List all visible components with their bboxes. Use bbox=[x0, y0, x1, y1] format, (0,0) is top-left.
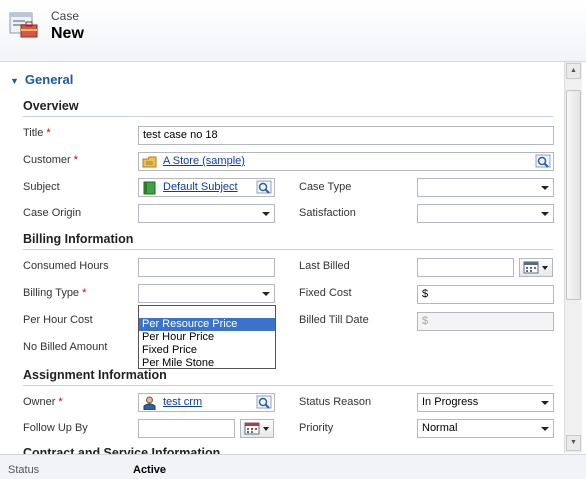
last-billed-field[interactable] bbox=[417, 258, 514, 277]
section-divider bbox=[23, 116, 553, 117]
status-reason-label: Status Reason bbox=[299, 396, 372, 408]
case-origin-select[interactable] bbox=[138, 204, 275, 223]
option-per-hour-price[interactable]: Per Hour Price bbox=[139, 331, 275, 344]
page-title: New bbox=[51, 25, 84, 42]
customer-label: Customer * bbox=[23, 154, 78, 166]
section-divider bbox=[23, 249, 553, 250]
scroll-down-icon[interactable]: ▼ bbox=[566, 435, 581, 451]
chevron-down-icon bbox=[262, 292, 270, 296]
priority-label: Priority bbox=[299, 422, 334, 434]
case-type-label: Case Type bbox=[299, 181, 352, 193]
chevron-down-icon bbox=[541, 401, 549, 405]
scroll-up-icon[interactable]: ▲ bbox=[566, 63, 581, 79]
subject-value[interactable]: Default Subject bbox=[163, 181, 238, 193]
account-icon bbox=[142, 156, 157, 168]
option-per-mile-stone[interactable]: Per Mile Stone bbox=[139, 357, 275, 370]
last-billed-label: Last Billed bbox=[299, 260, 350, 272]
status-bar: Status Active bbox=[0, 454, 586, 479]
subject-lookup[interactable]: Default Subject bbox=[138, 178, 275, 197]
section-overview: Overview bbox=[23, 99, 79, 113]
user-icon bbox=[143, 396, 156, 410]
case-origin-label: Case Origin bbox=[23, 207, 82, 219]
chevron-down-icon bbox=[541, 427, 549, 431]
status-value: Active bbox=[133, 464, 167, 476]
calendar-button[interactable] bbox=[519, 258, 553, 277]
owner-label: Owner * bbox=[23, 396, 63, 408]
per-hour-cost-label: Per Hour Cost bbox=[23, 314, 93, 326]
status-reason-select[interactable]: In Progress bbox=[417, 393, 554, 412]
priority-select[interactable]: Normal bbox=[417, 419, 554, 438]
vertical-scrollbar[interactable]: ▲ ▼ bbox=[564, 62, 582, 453]
scroll-thumb[interactable] bbox=[566, 90, 581, 300]
customer-value[interactable]: A Store (sample) bbox=[163, 155, 245, 167]
option-per-resource-price[interactable]: Per Resource Price bbox=[139, 318, 275, 331]
calendar-icon bbox=[244, 422, 269, 435]
section-billing: Billing Information bbox=[23, 232, 134, 246]
billed-till-date-field: $ bbox=[417, 312, 554, 331]
owner-lookup[interactable]: test crm bbox=[138, 393, 275, 412]
no-billed-amount-label: No Billed Amount bbox=[23, 341, 108, 353]
consumed-hours-field[interactable] bbox=[138, 258, 275, 277]
chevron-down-icon bbox=[541, 212, 549, 216]
form-header: Case New bbox=[0, 0, 586, 62]
customer-lookup[interactable]: A Store (sample) bbox=[138, 152, 554, 171]
option-empty[interactable] bbox=[139, 306, 275, 318]
section-contract-service: Contract and Service Information bbox=[23, 446, 221, 454]
satisfaction-label: Satisfaction bbox=[299, 207, 356, 219]
required-marker: * bbox=[46, 127, 51, 139]
required-marker: * bbox=[73, 154, 78, 166]
tab-general-label: General bbox=[24, 72, 74, 87]
billing-type-label: Billing Type * bbox=[23, 287, 87, 299]
tab-general[interactable]: ▼ General bbox=[10, 72, 73, 87]
lookup-icon[interactable] bbox=[535, 154, 552, 169]
lookup-icon[interactable] bbox=[256, 180, 273, 195]
fixed-cost-label: Fixed Cost bbox=[299, 287, 352, 299]
calendar-icon bbox=[523, 261, 548, 274]
case-form-icon bbox=[9, 12, 38, 38]
lookup-icon[interactable] bbox=[256, 395, 273, 410]
entity-name: Case bbox=[51, 9, 80, 23]
status-label: Status bbox=[8, 464, 40, 476]
required-marker: * bbox=[82, 287, 87, 299]
billing-type-dropdown[interactable]: Per Resource Price Per Hour Price Fixed … bbox=[138, 305, 276, 369]
calendar-button[interactable] bbox=[240, 419, 274, 438]
subject-icon bbox=[143, 181, 156, 195]
case-type-select[interactable] bbox=[417, 178, 554, 197]
follow-up-by-label: Follow Up By bbox=[23, 422, 88, 434]
follow-up-by-field[interactable] bbox=[138, 419, 235, 438]
title-field[interactable]: test case no 18 bbox=[138, 126, 554, 145]
billing-type-select[interactable] bbox=[138, 284, 275, 303]
title-label: Title * bbox=[23, 127, 51, 139]
owner-value[interactable]: test crm bbox=[163, 396, 202, 408]
form-body: ▼ General Overview Title * test case no 18… bbox=[0, 62, 564, 454]
section-assignment: Assignment Information bbox=[23, 368, 167, 382]
chevron-down-icon bbox=[262, 212, 270, 216]
satisfaction-select[interactable] bbox=[417, 204, 554, 223]
consumed-hours-label: Consumed Hours bbox=[23, 260, 109, 272]
section-divider bbox=[23, 385, 553, 386]
collapse-arrow-icon[interactable]: ▼ bbox=[10, 76, 19, 86]
subject-label: Subject bbox=[23, 181, 60, 193]
chevron-down-icon bbox=[541, 186, 549, 190]
option-fixed-price[interactable]: Fixed Price bbox=[139, 344, 275, 357]
required-marker: * bbox=[58, 396, 63, 408]
billed-till-date-label: Billed Till Date bbox=[299, 314, 369, 326]
fixed-cost-field[interactable]: $ bbox=[417, 285, 554, 304]
